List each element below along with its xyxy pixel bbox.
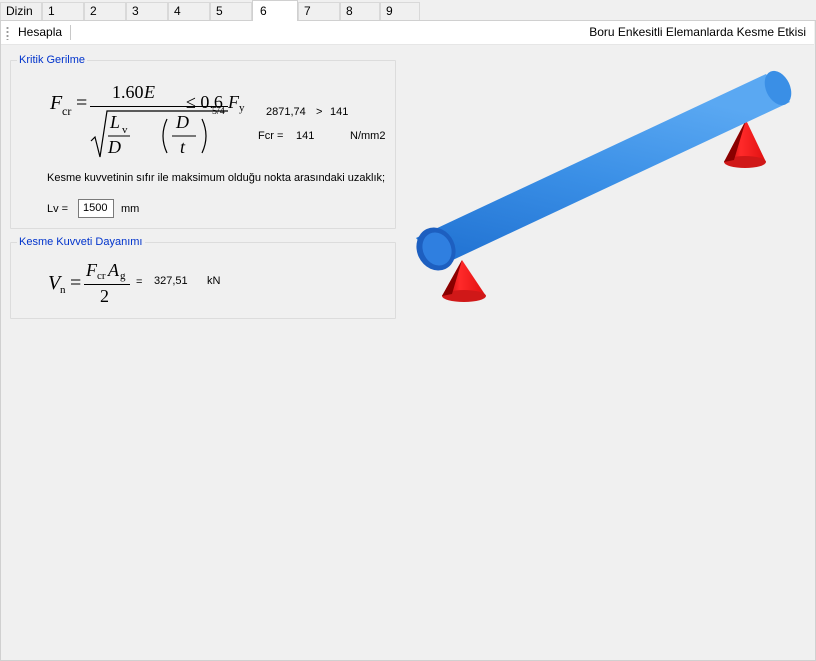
critical-stress-legend: Kritik Gerilme bbox=[17, 54, 88, 66]
critical-stress-formula: F cr = 1.60 E L v D D t 5/4 ≤ 0.6 F y bbox=[50, 82, 245, 158]
lv-input[interactable]: 1500 bbox=[78, 199, 114, 218]
fcr-unit: N/mm2 bbox=[350, 130, 386, 142]
calculate-button[interactable]: Hesapla bbox=[18, 25, 62, 39]
shear-value: 327,51 bbox=[154, 275, 188, 287]
tab-6[interactable]: 6 bbox=[252, 0, 298, 21]
lv-unit: mm bbox=[121, 203, 140, 215]
tab-4[interactable]: 4 bbox=[168, 2, 210, 20]
pipe-illustration bbox=[416, 70, 792, 302]
tab-8[interactable]: 8 bbox=[340, 2, 380, 20]
toolbar-separator bbox=[70, 25, 71, 40]
lv-label: Lv = bbox=[47, 203, 69, 215]
tab-5[interactable]: 5 bbox=[210, 2, 252, 20]
limit-value: 141 bbox=[330, 106, 349, 118]
shear-strength-formula: V n = F cr A g 2 bbox=[48, 260, 138, 310]
pipe-body bbox=[416, 70, 792, 271]
fcr-value: 141 bbox=[296, 130, 315, 142]
tab-7[interactable]: 7 bbox=[298, 2, 340, 20]
tab-9[interactable]: 9 bbox=[380, 2, 420, 20]
shear-strength-legend: Kesme Kuvveti Dayanımı bbox=[17, 236, 145, 248]
toolbar-grip-icon[interactable] bbox=[6, 26, 9, 40]
tab-dizin[interactable]: Dizin bbox=[0, 2, 42, 20]
tab-2[interactable]: 2 bbox=[84, 2, 126, 20]
tab-1[interactable]: 1 bbox=[42, 2, 84, 20]
module-title: Boru Enkesitli Elemanlarda Kesme Etkisi bbox=[589, 25, 806, 39]
tab-strip: Dizin 1 2 3 4 5 6 7 8 9 bbox=[0, 0, 816, 21]
fcr-label: Fcr = bbox=[258, 130, 284, 142]
tab-3[interactable]: 3 bbox=[126, 2, 168, 20]
comparison-operator: > bbox=[316, 106, 323, 118]
toolbar: Hesapla Boru Enkesitli Elemanlarda Kesme… bbox=[1, 21, 814, 45]
distance-description: Kesme kuvvetinin sıfır ile maksimum oldu… bbox=[47, 172, 386, 184]
shear-unit: kN bbox=[207, 275, 221, 287]
shear-equals: = bbox=[136, 276, 143, 288]
computed-stress-value: 2871,74 bbox=[266, 106, 306, 118]
